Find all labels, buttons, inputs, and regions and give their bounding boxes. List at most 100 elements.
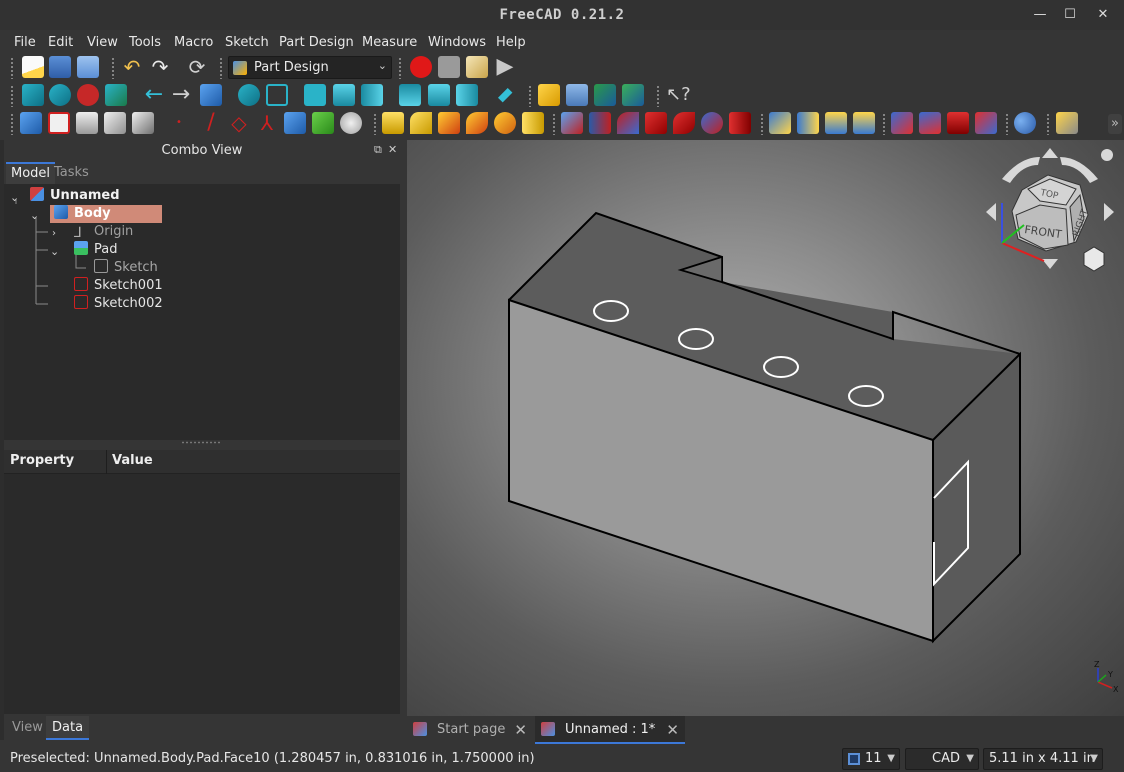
additive-primitive-icon[interactable] <box>522 112 544 134</box>
menu-view[interactable]: View <box>87 35 118 50</box>
pad-icon[interactable] <box>382 112 404 134</box>
toolbar-grip[interactable] <box>219 57 223 79</box>
chamfer-icon[interactable] <box>919 112 941 134</box>
tree-item-unnamed[interactable]: Unnamed <box>30 187 120 205</box>
draft-icon[interactable] <box>947 112 969 134</box>
menu-tools[interactable]: Tools <box>129 35 161 50</box>
revolution-icon[interactable] <box>410 112 432 134</box>
float-panel-icon[interactable]: ⧉ <box>374 143 382 157</box>
dimension-display[interactable]: 5.11 in x 4.11 in ▼ <box>983 748 1103 770</box>
menu-measure[interactable]: Measure <box>362 35 417 50</box>
toolbar-grip[interactable] <box>10 113 14 135</box>
subtractive-helix-icon[interactable] <box>701 112 723 134</box>
tree-item-pad[interactable]: Pad <box>74 241 117 259</box>
undo-icon[interactable]: ↶ <box>121 56 143 78</box>
navigation-count-selector[interactable]: 11 ▼ <box>842 748 900 770</box>
link-icon[interactable] <box>594 84 616 106</box>
refresh-icon[interactable]: ⟳ <box>186 56 208 78</box>
maximize-icon[interactable]: ☐ <box>1061 6 1079 24</box>
navigation-cube[interactable]: TOP FRONT RIGHT <box>980 145 1120 275</box>
menu-sketch[interactable]: Sketch <box>225 35 269 50</box>
sprocket-icon[interactable] <box>340 112 362 134</box>
validate-sketch-icon[interactable] <box>76 112 98 134</box>
mirrored-icon[interactable] <box>769 112 791 134</box>
close-tab-icon[interactable]: ✕ <box>666 717 679 743</box>
property-column-header[interactable]: Property <box>10 453 74 468</box>
toolbar-overflow-icon[interactable]: » <box>1108 114 1122 134</box>
toolbar-grip[interactable] <box>398 57 402 79</box>
toolbar-grip[interactable] <box>882 113 886 135</box>
groove-icon[interactable] <box>617 112 639 134</box>
std-views-icon[interactable] <box>238 84 260 106</box>
workbench-selector[interactable]: Part Design ⌄ <box>228 56 392 79</box>
edit-macro-icon[interactable] <box>466 56 488 78</box>
multitransform-icon[interactable] <box>853 112 875 134</box>
toolbar-grip[interactable] <box>10 57 14 79</box>
thickness-icon[interactable] <box>975 112 997 134</box>
sync-view-icon[interactable] <box>200 84 222 106</box>
menu-windows[interactable]: Windows <box>428 35 486 50</box>
tab-model[interactable]: Model <box>6 162 56 184</box>
datum-point-icon[interactable]: • <box>172 116 186 130</box>
tab-tasks[interactable]: Tasks <box>49 162 94 184</box>
tab-view[interactable]: View <box>6 716 49 740</box>
toolbar-grip[interactable] <box>10 85 14 107</box>
additive-helix-icon[interactable] <box>494 112 516 134</box>
additive-pipe-icon[interactable] <box>466 112 488 134</box>
linear-pattern-icon[interactable] <box>797 112 819 134</box>
toolbar-grip[interactable] <box>1005 113 1009 135</box>
boolean-icon[interactable] <box>1014 112 1036 134</box>
fit-all-icon[interactable] <box>22 84 44 106</box>
forward-icon[interactable]: → <box>170 84 192 106</box>
tab-unnamed[interactable]: Unnamed : 1* ✕ <box>535 716 685 744</box>
close-icon[interactable]: ✕ <box>1094 6 1112 24</box>
toolbar-grip[interactable] <box>656 85 660 107</box>
play-macro-icon[interactable]: ▶ <box>494 56 516 78</box>
menu-file[interactable]: File <box>14 35 36 50</box>
toolbar-grip[interactable] <box>373 113 377 135</box>
stop-macro-icon[interactable] <box>438 56 460 78</box>
tree-item-sketch[interactable]: Sketch <box>94 259 158 277</box>
draw-style-icon[interactable] <box>77 84 99 106</box>
rear-view-icon[interactable] <box>399 84 421 106</box>
minimize-icon[interactable]: — <box>1031 6 1049 24</box>
subtractive-primitive-icon[interactable] <box>729 112 751 134</box>
pocket-icon[interactable] <box>561 112 583 134</box>
isometric-view-icon[interactable] <box>266 84 288 106</box>
subshape-binder-icon[interactable] <box>132 112 154 134</box>
part-icon[interactable] <box>538 84 560 106</box>
toolbar-grip[interactable] <box>111 57 115 79</box>
fillet-icon[interactable] <box>891 112 913 134</box>
tree-item-origin[interactable]: ⅃ Origin <box>74 223 133 241</box>
menu-macro[interactable]: Macro <box>174 35 213 50</box>
save-document-icon[interactable] <box>77 56 99 78</box>
toolbar-grip[interactable] <box>1046 113 1050 135</box>
subtractive-loft-icon[interactable] <box>645 112 667 134</box>
local-cs-icon[interactable]: ⅄ <box>256 112 278 134</box>
close-tab-icon[interactable]: ✕ <box>514 717 527 743</box>
left-view-icon[interactable] <box>456 84 478 106</box>
tab-start-page[interactable]: Start page ✕ <box>407 716 533 744</box>
toolbar-grip[interactable] <box>552 113 556 135</box>
whats-this-icon[interactable]: ↖? <box>666 84 691 106</box>
tab-data[interactable]: Data <box>46 716 90 740</box>
datum-line-icon[interactable]: / <box>200 112 222 134</box>
navigation-style-selector[interactable]: CAD ▼ <box>905 748 979 770</box>
bottom-view-icon[interactable] <box>428 84 450 106</box>
top-view-icon[interactable] <box>333 84 355 106</box>
shape-binder-icon[interactable] <box>104 112 126 134</box>
group-icon[interactable] <box>566 84 588 106</box>
create-sketch-icon[interactable] <box>48 112 70 134</box>
bounding-box-icon[interactable] <box>105 84 127 106</box>
additive-loft-icon[interactable] <box>438 112 460 134</box>
redo-icon[interactable]: ↷ <box>149 56 171 78</box>
shape-binder-green-icon[interactable] <box>312 112 334 134</box>
subtractive-pipe-icon[interactable] <box>673 112 695 134</box>
new-document-icon[interactable] <box>22 56 44 78</box>
close-panel-icon[interactable]: ✕ <box>388 143 397 156</box>
create-body-icon[interactable] <box>20 112 42 134</box>
panel-splitter[interactable] <box>4 440 400 446</box>
value-column-header[interactable]: Value <box>112 453 153 468</box>
open-document-icon[interactable] <box>49 56 71 78</box>
right-view-icon[interactable] <box>361 84 383 106</box>
